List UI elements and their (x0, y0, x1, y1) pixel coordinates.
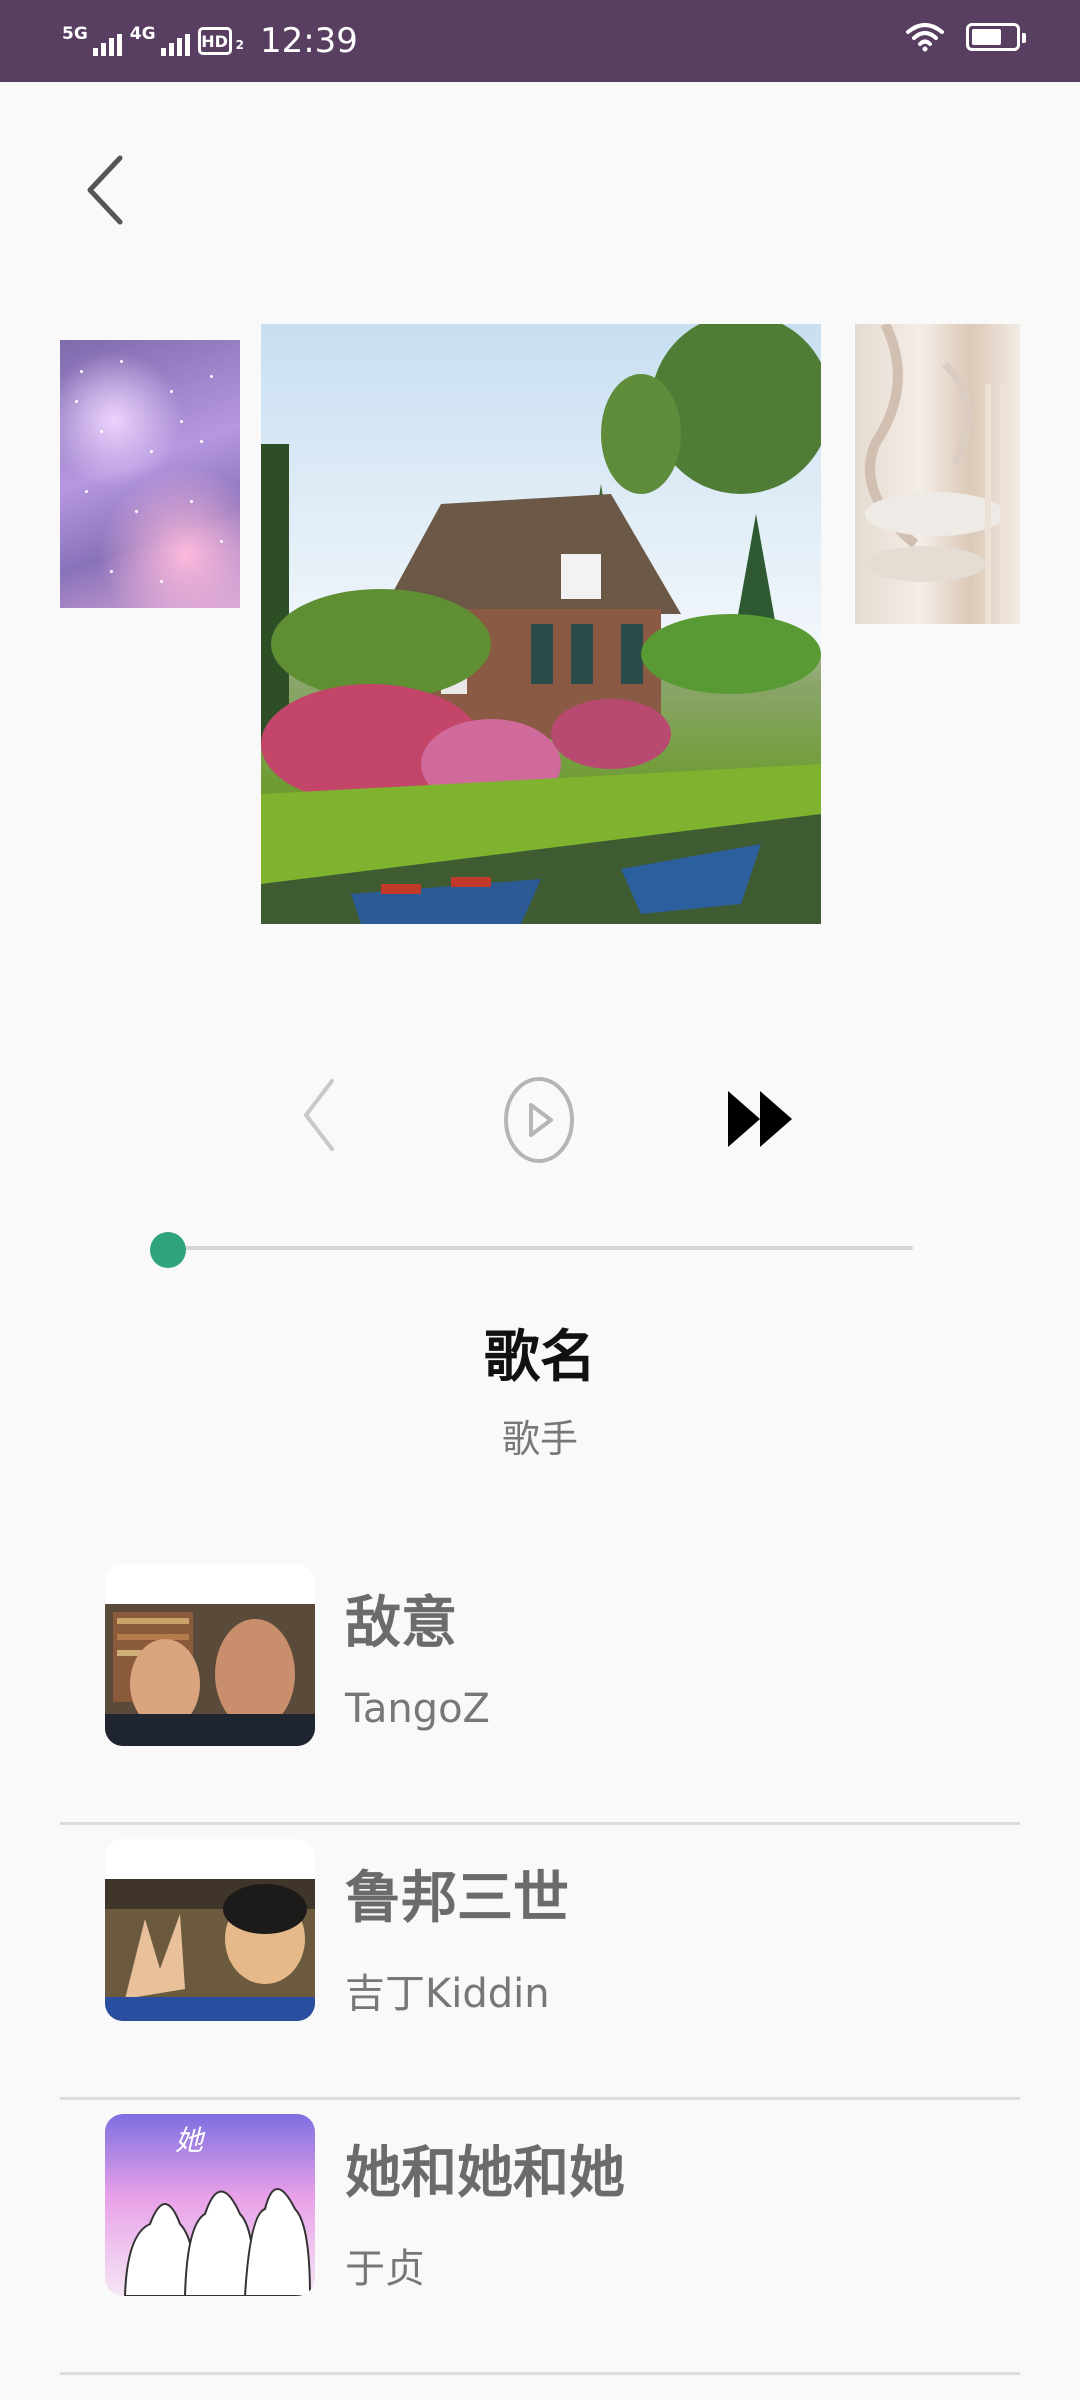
sparkle-dot (220, 540, 223, 543)
sparkle-dot (160, 580, 163, 583)
sparkle-dot (150, 450, 153, 453)
status-left: 5G 4G HD 2 12:39 (62, 18, 358, 64)
battery-fill (972, 29, 1001, 45)
previous-button[interactable] (300, 1075, 340, 1159)
list-item[interactable]: 敌意 TangoZ (60, 1550, 1020, 1825)
hd-label: HD (201, 31, 228, 51)
clock: 12:39 (259, 21, 358, 61)
wifi-icon (906, 23, 944, 52)
song-thumbnail: 她 (105, 2114, 315, 2296)
sparkle-dot (85, 490, 88, 493)
current-album-cover[interactable] (261, 324, 821, 924)
song-title: 歌名 (484, 1325, 596, 1390)
sparkle-dot (190, 500, 193, 503)
next-button[interactable] (726, 1089, 796, 1153)
play-icon (504, 1077, 574, 1163)
song-artist: 吉丁Kiddin (345, 1971, 550, 2017)
battery-icon (966, 23, 1026, 51)
list-item[interactable]: 鲁邦三世 吉丁Kiddin (60, 1825, 1020, 2100)
song-thumbnail (105, 1564, 315, 1746)
play-button[interactable] (502, 1075, 576, 1169)
song-artist: 歌手 (501, 1417, 578, 1461)
song-title: 她和她和她 (345, 2141, 625, 2206)
album-art-image (261, 324, 821, 924)
sparkle-dot (210, 375, 213, 378)
hd-voice-icon: HD (197, 27, 232, 55)
album-art-image (105, 1604, 315, 1746)
song-artist: 于贞 (345, 2246, 425, 2292)
sparkle-dot (200, 440, 203, 443)
sparkle-dot (75, 400, 78, 403)
signal-5g-icon: 5G (62, 24, 122, 56)
network-label-4g: 4G (129, 24, 156, 44)
album-art-image (865, 324, 1006, 624)
next-album-cover[interactable] (855, 324, 1020, 624)
album-art-image: 她 (105, 2114, 315, 2296)
previous-album-cover[interactable] (60, 340, 240, 608)
song-title: 鲁邦三世 (345, 1866, 569, 1931)
network-label-5g: 5G (62, 24, 88, 44)
song-artist: TangoZ (345, 1686, 490, 1732)
hd-sub-label: 2 (235, 38, 244, 52)
song-thumbnail (105, 1839, 315, 2021)
progress-knob[interactable] (150, 1232, 186, 1268)
sparkle-dot (80, 370, 83, 373)
progress-track[interactable] (168, 1246, 913, 1250)
status-right (906, 22, 1026, 52)
sparkle-dot (110, 570, 113, 573)
list-item[interactable]: 她 她和她和她 于贞 (60, 2100, 1020, 2375)
sparkle-dot (135, 510, 138, 513)
sparkle-dot (170, 390, 173, 393)
status-bar: 5G 4G HD 2 12:39 (0, 0, 1080, 82)
playback-controls (0, 1075, 1080, 1165)
song-list: 敌意 TangoZ 鲁邦三世 吉丁Kiddin 她 她和她和她 于贞 (60, 1550, 1020, 2375)
sparkle-dot (100, 430, 103, 433)
chevron-left-icon (304, 1079, 334, 1151)
song-title: 敌意 (345, 1591, 457, 1656)
album-art-image (105, 1879, 315, 2021)
chevron-left-icon (87, 155, 123, 225)
sparkle-dot (120, 360, 123, 363)
fast-forward-icon (728, 1091, 792, 1147)
sparkle-dot (180, 420, 183, 423)
signal-4g-icon: 4G (129, 24, 190, 56)
back-button[interactable] (80, 150, 140, 230)
album-art-text: 她 (175, 2124, 206, 2157)
